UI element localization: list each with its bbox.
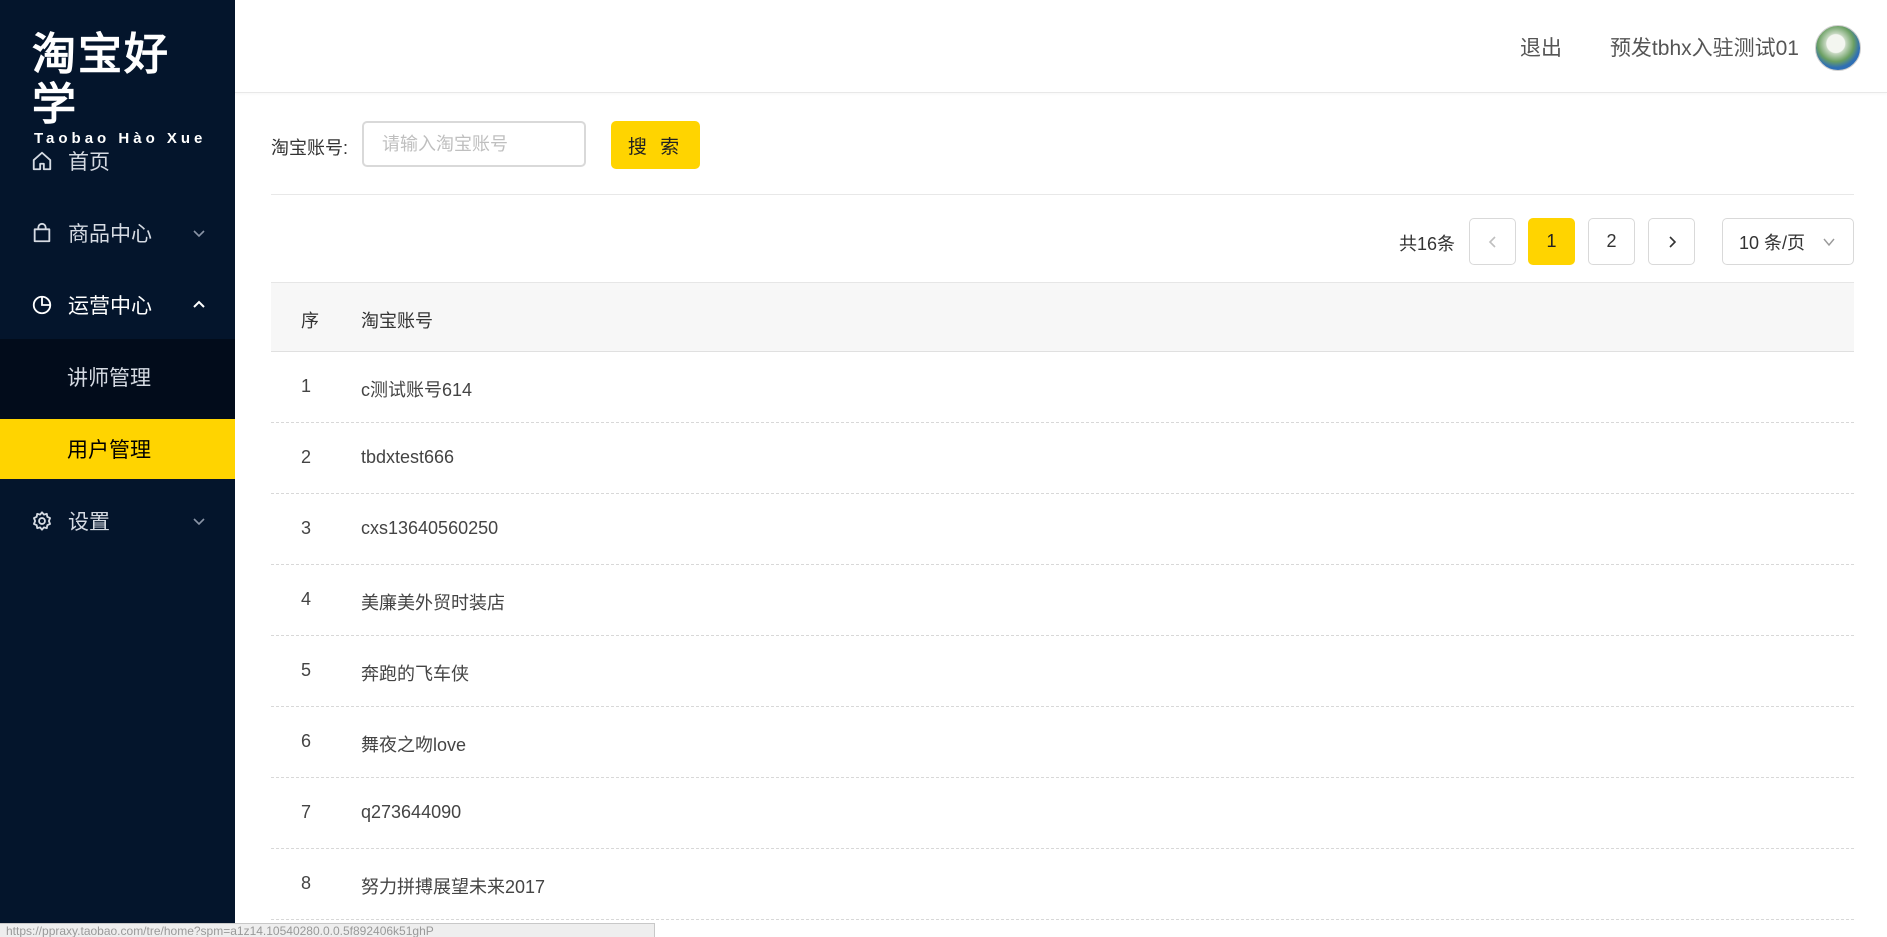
table-row: 6 舞夜之吻love bbox=[271, 707, 1854, 778]
row-index: 4 bbox=[301, 589, 312, 609]
sidebar: 淘宝好学 Taobao Hào Xue 首页 商品中心 运营中心 讲师管理 用户… bbox=[0, 0, 235, 937]
row-account: 舞夜之吻love bbox=[361, 735, 467, 755]
row-index: 6 bbox=[301, 731, 312, 751]
user-table: 序 淘宝账号 1 c测试账号614 2 tbdxtest666 3 cxs136… bbox=[271, 282, 1854, 920]
row-account: c测试账号614 bbox=[361, 380, 473, 400]
sidebar-item-label: 运营中心 bbox=[68, 295, 152, 318]
page-1-button[interactable]: 1 bbox=[1528, 218, 1575, 265]
row-index: 8 bbox=[301, 873, 312, 893]
search-input[interactable] bbox=[362, 121, 586, 167]
row-index: 3 bbox=[301, 518, 312, 538]
sidebar-subitem-label: 用户管理 bbox=[67, 439, 151, 462]
sidebar-item-operations[interactable]: 运营中心 bbox=[0, 275, 235, 335]
chevron-down-icon bbox=[193, 518, 205, 526]
page-size-select[interactable]: 10 条/页 bbox=[1722, 218, 1854, 265]
sidebar-item-products[interactable]: 商品中心 bbox=[0, 203, 235, 263]
logo[interactable]: 淘宝好学 Taobao Hào Xue bbox=[32, 30, 207, 147]
row-account: tbdxtest666 bbox=[361, 447, 455, 467]
table-header: 序 淘宝账号 bbox=[271, 282, 1854, 352]
total-count: 共16条 bbox=[1399, 234, 1456, 254]
column-header-account: 淘宝账号 bbox=[361, 311, 433, 331]
sidebar-item-home[interactable]: 首页 bbox=[0, 131, 235, 191]
sidebar-subitem-label: 讲师管理 bbox=[67, 367, 151, 390]
row-index: 2 bbox=[301, 447, 312, 467]
username[interactable]: 预发tbhx入驻测试01 bbox=[1610, 32, 1799, 62]
logout-link[interactable]: 退出 bbox=[1520, 32, 1562, 62]
sidebar-item-label: 设置 bbox=[68, 511, 110, 534]
chevron-down-icon bbox=[1823, 238, 1835, 247]
divider bbox=[271, 194, 1854, 195]
pie-chart-icon bbox=[30, 293, 54, 317]
chevron-right-icon bbox=[1668, 235, 1676, 248]
prev-page-button[interactable] bbox=[1469, 218, 1516, 265]
page-size-label: 10 条/页 bbox=[1739, 232, 1806, 253]
row-index: 7 bbox=[301, 802, 312, 822]
table-row: 8 努力拼搏展望未来2017 bbox=[271, 849, 1854, 920]
sidebar-subitem-lecturers[interactable]: 讲师管理 bbox=[0, 347, 235, 407]
column-header-index: 序 bbox=[301, 311, 319, 331]
chevron-left-icon bbox=[1488, 235, 1496, 248]
chevron-down-icon bbox=[193, 230, 205, 238]
sidebar-item-settings[interactable]: 设置 bbox=[0, 491, 235, 551]
row-index: 1 bbox=[301, 376, 312, 396]
gear-icon bbox=[30, 509, 54, 533]
search-label: 淘宝账号: bbox=[271, 138, 349, 158]
search-button[interactable]: 搜 索 bbox=[611, 121, 700, 169]
table-row: 2 tbdxtest666 bbox=[271, 423, 1854, 494]
sidebar-item-label: 首页 bbox=[68, 151, 110, 174]
table-row: 1 c测试账号614 bbox=[271, 352, 1854, 423]
row-account: 美廉美外贸时装店 bbox=[361, 593, 505, 613]
table-row: 5 奔跑的飞车侠 bbox=[271, 636, 1854, 707]
row-account: q273644090 bbox=[361, 802, 462, 822]
table-row: 4 美廉美外贸时装店 bbox=[271, 565, 1854, 636]
shopping-bag-icon bbox=[30, 221, 54, 245]
table-row: 3 cxs13640560250 bbox=[271, 494, 1854, 565]
sidebar-subitem-users[interactable]: 用户管理 bbox=[0, 419, 235, 479]
page-2-button[interactable]: 2 bbox=[1588, 218, 1635, 265]
table-row: 7 q273644090 bbox=[271, 778, 1854, 849]
row-account: cxs13640560250 bbox=[361, 518, 499, 538]
browser-status-bar: https://ppraxy.taobao.com/tre/home?spm=a… bbox=[0, 923, 655, 937]
chevron-up-icon bbox=[193, 300, 205, 308]
row-account: 努力拼搏展望未来2017 bbox=[361, 877, 546, 897]
top-header: 退出 预发tbhx入驻测试01 bbox=[235, 0, 1887, 93]
row-account: 奔跑的飞车侠 bbox=[361, 664, 469, 684]
home-icon bbox=[30, 149, 54, 173]
logo-text-cn: 淘宝好学 bbox=[32, 30, 170, 129]
next-page-button[interactable] bbox=[1648, 218, 1695, 265]
avatar[interactable] bbox=[1815, 25, 1861, 71]
sidebar-item-label: 商品中心 bbox=[68, 223, 152, 246]
row-index: 5 bbox=[301, 660, 312, 680]
